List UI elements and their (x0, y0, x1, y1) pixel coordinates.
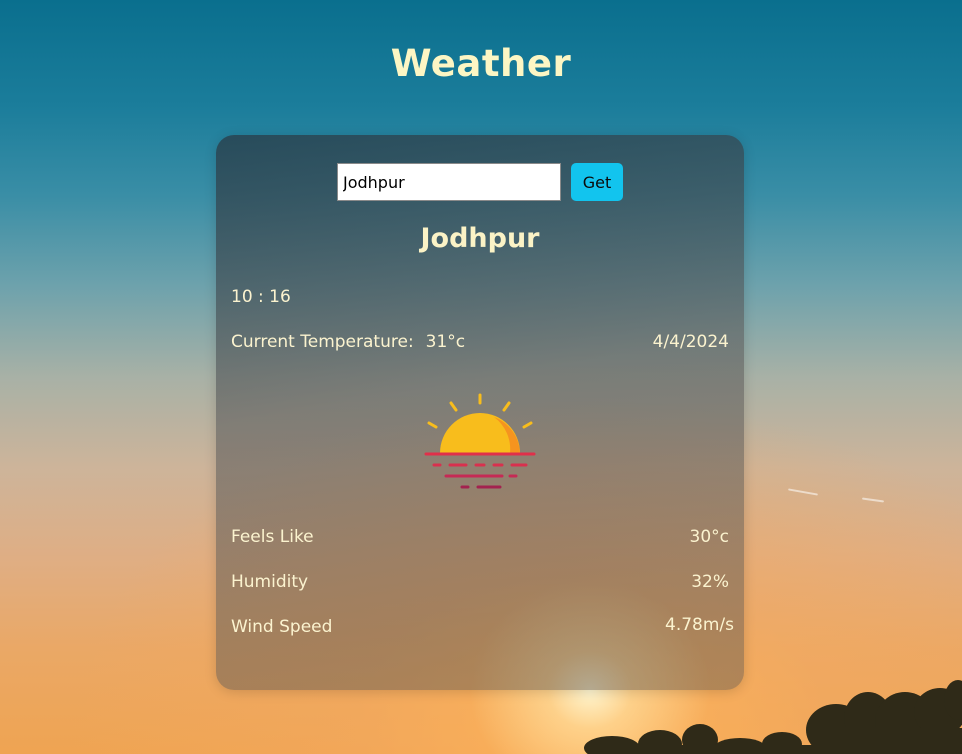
local-time: 10 : 16 (231, 287, 291, 307)
humidity-value: 32% (691, 572, 729, 592)
weather-card: Get Jodhpur 10 : 16 Current Temperature:… (216, 135, 744, 690)
current-temperature-row: Current Temperature: 31°c 4/4/2024 (231, 332, 729, 352)
wind-speed-label: Wind Speed (231, 617, 333, 637)
current-date: 4/4/2024 (652, 332, 729, 352)
get-weather-button[interactable]: Get (571, 163, 623, 201)
background-streak (861, 497, 885, 503)
page-title: Weather (390, 42, 572, 85)
background-streak (788, 488, 818, 496)
wind-speed-row: Wind Speed 4.78m/s (231, 615, 734, 640)
feels-like-row: Feels Like 30°c (231, 527, 729, 547)
sunset-icon (422, 391, 538, 491)
city-search-input[interactable] (337, 163, 561, 201)
feels-like-value: 30°c (689, 527, 729, 547)
feels-like-label: Feels Like (231, 527, 314, 547)
humidity-row: Humidity 32% (231, 572, 729, 592)
current-temperature-value: 31°c (425, 332, 466, 352)
city-name: Jodhpur (420, 223, 540, 254)
search-bar: Get (337, 163, 623, 201)
humidity-label: Humidity (231, 572, 309, 592)
wind-speed-value: 4.78m/s (665, 615, 734, 635)
current-temperature-label: Current Temperature: (231, 332, 414, 352)
